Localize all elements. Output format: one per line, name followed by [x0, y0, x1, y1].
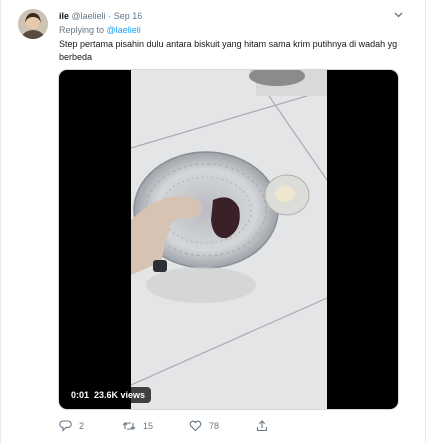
display-name[interactable]: ile — [59, 11, 69, 21]
tweet-text: Step pertama pisahin dulu antara biskuit… — [59, 39, 398, 62]
tweet-card[interactable]: ile @laelieli · Sep 16 Replying to @lael… — [0, 0, 426, 443]
share-icon — [256, 420, 268, 432]
replying-to-label: Replying to — [59, 25, 105, 35]
reply-icon — [59, 420, 72, 432]
more-options-button[interactable] — [391, 9, 405, 21]
separator-dot: · — [108, 11, 112, 21]
avatar-image — [18, 9, 48, 39]
tweet-actions: 2 15 78 — [59, 418, 389, 434]
share-button[interactable] — [256, 418, 268, 434]
video-stats-badge: 0:01 23.6K views — [65, 387, 152, 403]
retweet-count: 15 — [143, 421, 154, 431]
video-frame-image — [131, 70, 327, 409]
retweet-button[interactable]: 15 — [122, 418, 153, 434]
reply-count: 2 — [79, 421, 85, 431]
video-player[interactable]: 0:01 23.6K views — [58, 69, 399, 410]
like-count: 78 — [209, 421, 220, 431]
replying-to: Replying to @laelieli — [59, 24, 141, 36]
retweet-icon — [122, 422, 136, 430]
reply-button[interactable]: 2 — [59, 418, 84, 434]
video-elapsed-time: 0:01 — [71, 390, 90, 400]
video-view-count: 23.6K views — [94, 390, 146, 400]
video-frame — [131, 70, 327, 409]
tweet-header: ile @laelieli · Sep 16 — [59, 10, 142, 22]
replying-to-handle-link[interactable]: @laelieli — [107, 25, 141, 35]
avatar[interactable] — [18, 9, 48, 39]
heart-icon — [189, 420, 202, 432]
tweet-date[interactable]: Sep 16 — [114, 11, 143, 21]
like-button[interactable]: 78 — [189, 418, 219, 434]
user-handle[interactable]: @laelieli — [72, 11, 106, 21]
chevron-down-icon — [394, 12, 402, 18]
